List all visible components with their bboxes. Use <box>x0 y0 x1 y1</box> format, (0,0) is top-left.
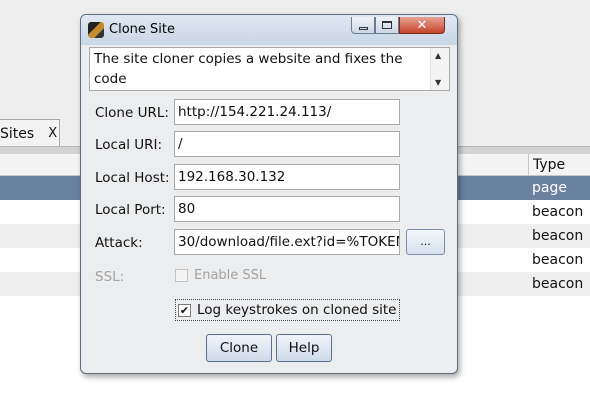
cell-type: beacon <box>532 276 584 292</box>
description-scrollbar[interactable]: ▲ ▼ <box>430 48 449 90</box>
cell-type: beacon <box>532 204 584 220</box>
cell-type: beacon <box>532 228 584 244</box>
scroll-up-icon[interactable]: ▲ <box>435 51 441 60</box>
cell-type: beacon <box>532 252 584 268</box>
tab-sites-label: Sites <box>0 125 35 142</box>
help-button[interactable]: Help <box>276 334 332 362</box>
description-text: The site cloner copies a website and fix… <box>94 51 403 87</box>
local-port-label: Local Port: <box>95 202 166 218</box>
close-icon: ✕ <box>416 17 428 33</box>
clone-button[interactable]: Clone <box>206 334 272 362</box>
local-uri-field[interactable]: / <box>174 131 400 157</box>
attack-browse-button[interactable]: ... <box>406 229 445 255</box>
local-port-field[interactable]: 80 <box>174 196 400 222</box>
column-header-type[interactable]: Type <box>528 154 590 176</box>
local-host-label: Local Host: <box>95 170 170 186</box>
clone-url-field[interactable]: http://154.221.24.113/ <box>174 99 400 125</box>
maximize-icon <box>382 21 392 29</box>
enable-ssl-checkbox[interactable]: Enable SSL <box>175 265 266 285</box>
ssl-label: SSL: <box>95 269 125 285</box>
maximize-button[interactable] <box>375 17 399 34</box>
attack-field[interactable]: 30/download/file.ext?id=%TOKEN% <box>174 229 400 255</box>
checkmark-icon[interactable]: ✔ <box>178 303 191 317</box>
description-box[interactable]: The site cloner copies a website and fix… <box>89 47 450 91</box>
clone-url-label: Clone URL: <box>95 105 169 121</box>
ssl-checkbox-box[interactable] <box>175 268 188 282</box>
local-uri-label: Local URI: <box>95 137 163 153</box>
clone-site-dialog: Clone Site ✕ The site cloner copies a we… <box>80 14 458 374</box>
close-button[interactable]: ✕ <box>399 17 445 34</box>
minimize-button[interactable] <box>351 17 375 34</box>
dialog-titlebar[interactable]: Clone Site ✕ <box>81 15 457 45</box>
tab-close-button[interactable]: X <box>48 126 57 141</box>
enable-ssl-label: Enable SSL <box>194 267 267 283</box>
app-icon <box>88 22 104 38</box>
scroll-down-icon[interactable]: ▼ <box>435 78 441 87</box>
tab-sites[interactable]: Sites X <box>0 119 60 147</box>
cell-type: page <box>532 180 567 196</box>
attack-label: Attack: <box>95 235 143 251</box>
minimize-icon <box>358 26 368 30</box>
dialog-title: Clone Site <box>109 22 175 37</box>
log-keystrokes-label: Log keystrokes on cloned site <box>197 302 397 318</box>
local-host-field[interactable]: 192.168.30.132 <box>174 164 400 190</box>
log-keystrokes-checkbox[interactable]: ✔ Log keystrokes on cloned site <box>175 299 400 321</box>
